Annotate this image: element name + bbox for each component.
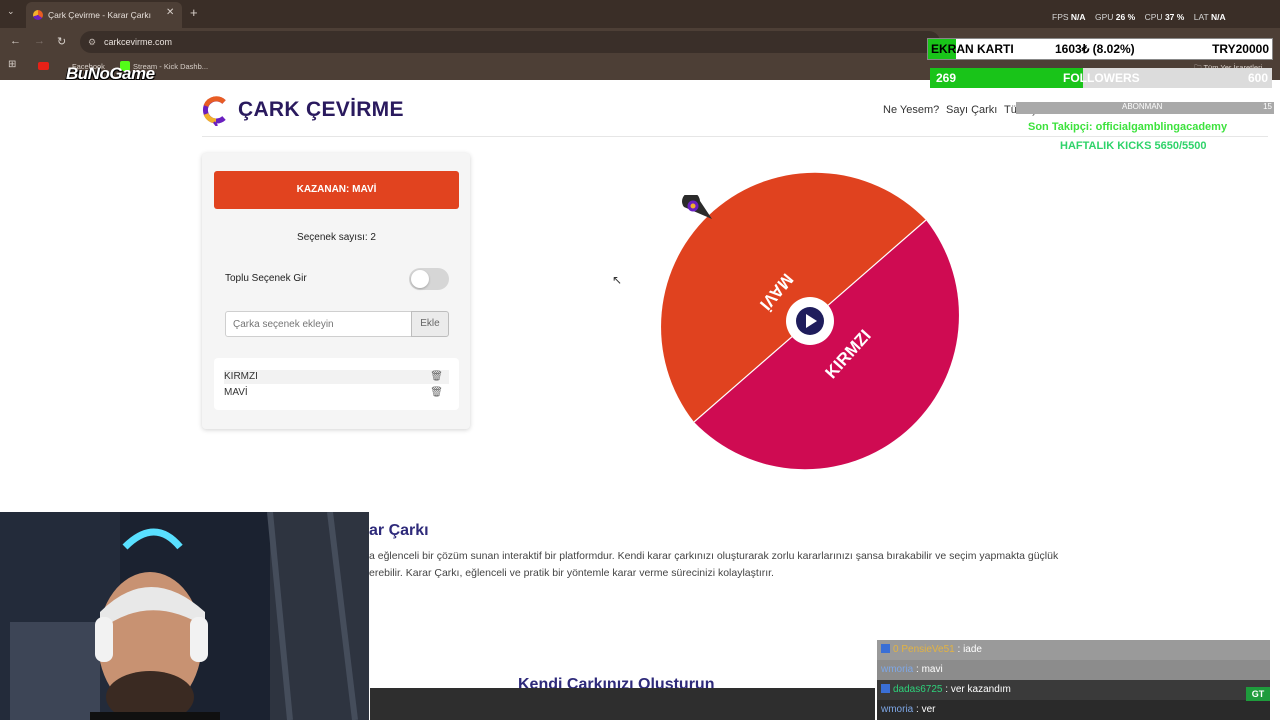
forward-icon[interactable]: →: [34, 35, 45, 47]
new-tab-icon[interactable]: +: [190, 5, 198, 20]
wheel-pointer-icon: [682, 195, 712, 219]
option-input[interactable]: [225, 311, 412, 337]
followers-count: 269: [936, 71, 957, 85]
gpu-goal-value: 1603₺ (8.02%): [1055, 42, 1135, 56]
winner-banner: KAZANAN: MAVİ: [214, 171, 459, 209]
article-text: a eğlenceli bir çözüm sunan interaktif b…: [369, 550, 1059, 579]
option-list: [214, 358, 459, 410]
chat-username: wmoria: [881, 664, 914, 675]
gpu-goal-label: EKRAN KARTI: [931, 42, 1014, 56]
gpu-goal-target: TRY20000: [1212, 42, 1269, 56]
chat-message: dadas6725 : ver kazandım: [877, 680, 1270, 700]
gpu-goal-bar: EKRAN KARTI 1603₺ (8.02%) TRY20000: [927, 38, 1273, 60]
list-item: KIRMZI 🗑: [224, 370, 449, 384]
site-logo-icon[interactable]: [202, 96, 228, 126]
site-info-icon[interactable]: ⚙: [88, 31, 96, 53]
url-text: carkcevirme.com: [104, 37, 173, 47]
chat-message: 0 PensieVe51 : iade: [877, 640, 1270, 660]
stream-logo: BuNoGame: [66, 64, 155, 83]
chat-badge-icon: [881, 644, 890, 653]
site-favicon-icon: [33, 10, 43, 20]
chat-backdrop: [370, 688, 875, 720]
option-label: KIRMZI: [224, 371, 258, 382]
chat-text: : mavi: [913, 664, 943, 675]
bulk-entry-toggle[interactable]: [409, 268, 449, 290]
tab-close-icon[interactable]: ✕: [166, 7, 174, 18]
subs-goal-bar: ABONMAN 15: [1016, 102, 1274, 114]
last-follower: Son Takipçi: officialgamblingacademy: [1028, 121, 1228, 133]
chat-username: PensieVe51: [901, 644, 955, 655]
tab-title: Çark Çevirme - Karar Çarkı: [48, 10, 151, 20]
chat-badge: GT: [1246, 687, 1270, 701]
webcam-feed: [0, 512, 369, 720]
site-title[interactable]: ÇARK ÇEVİRME: [238, 98, 404, 122]
chat-message: wmoria : mavi: [877, 660, 1270, 680]
followers-goal: 600: [1247, 71, 1268, 85]
system-stats: FPS N/A GPU 26 % CPU 37 % LAT N/A: [1052, 12, 1226, 22]
option-label: MAVİ: [224, 387, 248, 398]
trash-icon[interactable]: 🗑: [430, 370, 443, 384]
bulk-entry-label: Toplu Seçenek Gir: [225, 273, 307, 284]
subs-label: ABONMAN: [1122, 102, 1163, 111]
chat-username: dadas6725: [893, 684, 943, 695]
trash-icon[interactable]: 🗑: [430, 386, 443, 400]
browser-tab[interactable]: Çark Çevirme - Karar Çarkı: [26, 2, 182, 28]
youtube-icon[interactable]: [38, 62, 49, 70]
toggle-knob: [411, 270, 429, 288]
chat-text: : ver: [913, 704, 936, 715]
tab-search-icon[interactable]: ⌄: [7, 6, 15, 17]
add-option-button[interactable]: Ekle: [411, 311, 449, 337]
list-item: MAVİ 🗑: [224, 386, 449, 400]
url-bar[interactable]: ⚙ carkcevirme.com: [80, 31, 940, 53]
chat-message: wmoria : ver: [877, 700, 1270, 720]
chat-text: : ver kazandım: [942, 684, 1011, 695]
header-divider: [202, 136, 1268, 137]
chat-username: wmoria: [881, 704, 914, 715]
option-count: Seçenek sayısı: 2: [297, 232, 376, 243]
weekly-kicks: HAFTALIK KICKS 5650/5500: [1060, 140, 1207, 152]
nav-sayi-carki[interactable]: Sayı Çarkı: [946, 104, 997, 116]
chat-badge-icon: [881, 684, 890, 693]
mouse-cursor-icon: ↖: [612, 273, 623, 287]
streamer-image: [0, 512, 369, 720]
back-icon[interactable]: ←: [10, 35, 21, 47]
nav-ne-yesem[interactable]: Ne Yesem?: [883, 104, 939, 116]
followers-label: FOLLOWERS: [1063, 71, 1140, 85]
followers-goal-bar: 269 FOLLOWERS 600: [930, 68, 1272, 88]
subs-value: 15: [1263, 102, 1272, 111]
article-title: ar Çarkı: [369, 522, 429, 539]
apps-grid-icon[interactable]: ⊞: [8, 59, 16, 70]
chat-text: : iade: [954, 644, 982, 655]
reload-icon[interactable]: ↻: [57, 35, 66, 48]
